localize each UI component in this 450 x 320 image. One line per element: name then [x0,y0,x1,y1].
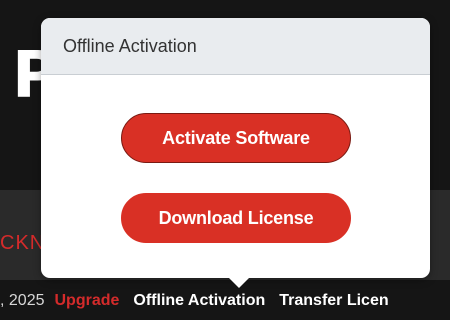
popup-title: Offline Activation [63,35,197,56]
offline-activation-popup: Offline Activation Activate Software Dow… [41,18,430,278]
offline-activation-link[interactable]: Offline Activation [133,292,265,310]
screen: P CKN , 2025 Upgrade Offline Activation … [0,0,450,320]
footer-links: , 2025 Upgrade Offline Activation Transf… [0,289,403,313]
footer-date: , 2025 [0,292,45,309]
popup-header: Offline Activation [41,18,430,75]
activate-software-button[interactable]: Activate Software [121,113,351,163]
popup-body: Activate Software Download License [41,75,430,278]
transfer-license-link[interactable]: Transfer Licen [279,292,388,310]
download-license-button[interactable]: Download License [121,193,351,243]
background-red-text-fragment: CKN [0,232,46,254]
upgrade-link[interactable]: Upgrade [54,292,119,310]
popup-pointer-arrow [227,276,251,288]
